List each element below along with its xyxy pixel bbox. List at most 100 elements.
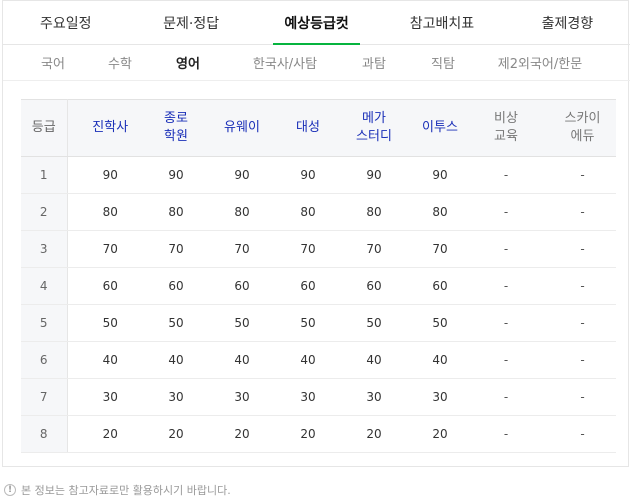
subject-tab-korean[interactable]: 국어 <box>15 45 91 80</box>
tab-expected-grade-cut[interactable]: 예상등급컷 <box>254 1 379 45</box>
grade-cell: 3 <box>21 230 68 268</box>
score-cell: - <box>463 415 549 453</box>
score-cell: - <box>549 156 616 194</box>
grade-cell: 2 <box>21 193 68 231</box>
score-cell: 80 <box>153 193 199 231</box>
score-cell: 20 <box>417 415 463 453</box>
grade-cell: 8 <box>21 415 68 453</box>
provider-header-skyedu: 스카이 에듀 <box>549 99 616 157</box>
score-cell: 80 <box>285 193 331 231</box>
grade-cell: 5 <box>21 304 68 342</box>
table-row: 8 20 20 20 20 20 20- - <box>21 415 616 453</box>
table-row: 3 70 70 70 70 70 70- - <box>21 230 616 268</box>
score-cell: - <box>463 156 549 194</box>
score-cell: 40 <box>153 341 199 379</box>
score-cell: 20 <box>331 415 417 453</box>
score-cell: 40 <box>285 341 331 379</box>
subject-tab-second-language[interactable]: 제2외국어/한문 <box>481 45 599 80</box>
score-cell: 40 <box>331 341 417 379</box>
score-cell: 90 <box>153 156 199 194</box>
provider-header-etoos: 이투스 <box>417 99 463 157</box>
score-cell: 90 <box>331 156 417 194</box>
score-cell: 80 <box>67 193 153 231</box>
table-row: 7 30 30 30 30 30 30- - <box>21 378 616 416</box>
table-row: 6 40 40 40 40 40 40- - <box>21 341 616 379</box>
subject-tab-korean-history-social[interactable]: 한국사/사탐 <box>227 45 343 80</box>
info-circle-icon: ! <box>4 484 16 496</box>
score-cell: 30 <box>285 378 331 416</box>
score-cell: 50 <box>67 304 153 342</box>
score-cell: - <box>549 341 616 379</box>
table-body: 1 90 90 90 90 90 90- -2 80 80 80 80 80 80- -3 70 70 70 70 7… <box>21 156 616 453</box>
score-cell: 50 <box>285 304 331 342</box>
score-cell: 70 <box>199 230 285 268</box>
score-cell: 90 <box>67 156 153 194</box>
score-cell: 30 <box>331 378 417 416</box>
provider-header-daesung: 대성 <box>285 99 331 157</box>
score-cell: - <box>463 378 549 416</box>
score-cell: 30 <box>67 378 153 416</box>
score-cell: 40 <box>67 341 153 379</box>
provider-header-jinhak: 진학사 <box>67 99 153 157</box>
score-cell: 20 <box>285 415 331 453</box>
table-row: 5 50 50 50 50 50 50- - <box>21 304 616 342</box>
score-cell: 70 <box>153 230 199 268</box>
score-cell: - <box>549 415 616 453</box>
score-cell: - <box>549 267 616 305</box>
footnote-text: 본 정보는 참고자료로만 활용하시기 바랍니다. <box>21 484 231 497</box>
subject-tab-science[interactable]: 과탐 <box>343 45 405 80</box>
grade-cut-panel: 주요일정 문제·정답 예상등급컷 참고배치표 출제경향 국어 수학 영어 한국사… <box>2 0 630 467</box>
score-cell: 30 <box>153 378 199 416</box>
score-cell: - <box>549 378 616 416</box>
grade-column-header: 등급 <box>21 99 68 157</box>
top-tab-bar: 주요일정 문제·정답 예상등급컷 참고배치표 출제경향 <box>3 1 630 45</box>
subject-tab-vocational[interactable]: 직탐 <box>405 45 481 80</box>
score-cell: 20 <box>67 415 153 453</box>
score-cell: 70 <box>285 230 331 268</box>
table-row: 1 90 90 90 90 90 90- - <box>21 156 616 194</box>
provider-header-uway: 유웨이 <box>199 99 285 157</box>
score-cell: 60 <box>67 267 153 305</box>
score-cell: - <box>463 230 549 268</box>
score-cell: 90 <box>199 156 285 194</box>
score-cell: 60 <box>199 267 285 305</box>
score-cell: 60 <box>417 267 463 305</box>
subject-tab-math[interactable]: 수학 <box>91 45 149 80</box>
table-row: 4 60 60 60 60 60 60- - <box>21 267 616 305</box>
score-cell: - <box>549 304 616 342</box>
score-cell: 80 <box>331 193 417 231</box>
score-cell: 30 <box>199 378 285 416</box>
score-cell: 20 <box>199 415 285 453</box>
score-cell: 50 <box>153 304 199 342</box>
score-cell: - <box>463 341 549 379</box>
tab-schedule[interactable]: 주요일정 <box>3 1 128 44</box>
score-cell: 70 <box>331 230 417 268</box>
provider-header-visang: 비상 교육 <box>463 99 549 157</box>
score-cell: 50 <box>331 304 417 342</box>
score-cell: - <box>463 267 549 305</box>
score-cell: 90 <box>417 156 463 194</box>
score-cell: - <box>549 193 616 231</box>
score-cell: 60 <box>153 267 199 305</box>
grade-cell: 6 <box>21 341 68 379</box>
score-cell: 20 <box>153 415 199 453</box>
score-cell: 50 <box>199 304 285 342</box>
grade-cut-table: 등급 진학사 종로 학원 유웨이 대성 메가 스터디 이투스 비상 교육 스카이 에듀 … <box>21 99 616 453</box>
table-header-row: 등급 진학사 종로 학원 유웨이 대성 메가 스터디 이투스 비상 교육 스카이 에듀 <box>21 99 616 157</box>
grade-cell: 1 <box>21 156 68 194</box>
tab-exam-trends[interactable]: 출제경향 <box>505 1 630 44</box>
score-cell: 50 <box>417 304 463 342</box>
subject-tab-english[interactable]: 영어 <box>149 45 227 80</box>
score-cell: 30 <box>417 378 463 416</box>
score-cell: 70 <box>417 230 463 268</box>
score-cell: 80 <box>417 193 463 231</box>
provider-header-megastudy: 메가 스터디 <box>331 99 417 157</box>
score-cell: - <box>463 193 549 231</box>
tab-questions-answers[interactable]: 문제·정답 <box>128 1 253 44</box>
score-cell: 60 <box>331 267 417 305</box>
score-cell: 70 <box>67 230 153 268</box>
provider-header-jongro: 종로 학원 <box>153 99 199 157</box>
score-cell: 60 <box>285 267 331 305</box>
table-row: 2 80 80 80 80 80 80- - <box>21 193 616 231</box>
tab-placement-chart[interactable]: 참고배치표 <box>379 1 504 44</box>
